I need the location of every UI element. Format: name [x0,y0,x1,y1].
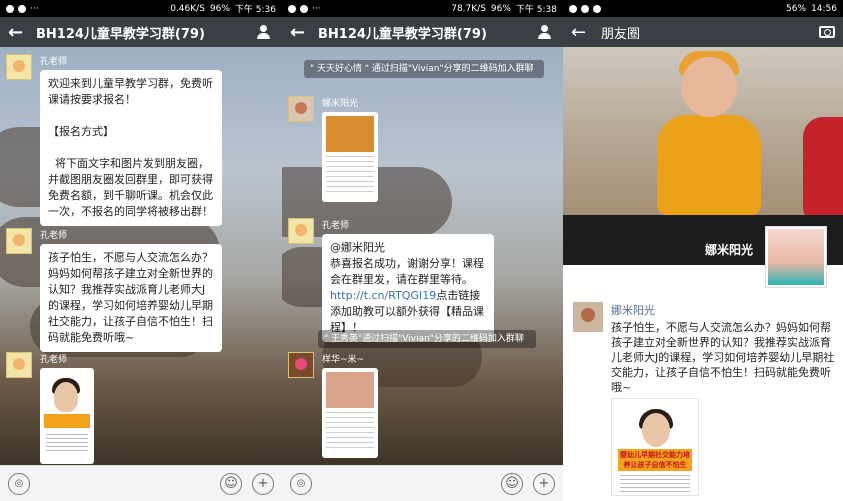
battery-level: 56% [786,3,807,14]
avatar[interactable] [573,302,603,332]
sender-name: 样华~米~ [322,355,365,365]
back-arrow-icon[interactable]: ← [8,22,30,43]
sender-name: 娜米阳光 [322,99,359,109]
message-bubble[interactable]: @娜米阳光 恭喜报名成功，谢谢分享！课程会在群里发，请在群里等待。 http:/… [322,234,494,342]
sender-name: 孔老师 [40,231,68,241]
profile-name: 娜米阳光 [704,243,753,257]
battery-level: 96% [490,3,511,14]
input-bar: ◎ ☺ + [282,465,563,501]
chat-screen-2: ··· 78.7K/S 96% 下午 5:38 ← BH124儿童早教学习群(79)… [282,0,563,501]
emoji-icon[interactable]: ☺ [501,472,523,495]
clock: 下午 5:36 [234,5,276,15]
chat-message: 孔老师 欢迎来到儿童早教学习群，免费听课请按要求报名！ 【报名方式】 将下面文字… [6,54,278,226]
input-bar: ◎ ☺ + [0,465,282,501]
network-speed: 0.46K/S [170,3,205,14]
avatar[interactable] [288,96,314,122]
back-arrow-icon[interactable]: ← [571,22,593,43]
moment-post: 娜米阳光 孩子怕生，不愿与人交流怎么办？妈妈如何帮孩子建立对全新世界的认知？我推… [573,302,835,395]
status-bar: ··· 78.7K/S 96% 下午 5:38 [282,0,563,17]
sender-name: 孔老师 [40,355,68,365]
notification-icon [18,4,26,13]
notification-icon [300,4,308,13]
back-arrow-icon[interactable]: ← [290,22,312,43]
chat-message: 孔老师 孩子怕生，不愿与人交流怎么办？妈妈如何帮孩子建立对全新世界的认知？我推荐… [6,228,278,352]
moments-title: 朋友圈 [601,26,641,42]
chat-message: 娜米阳光 [288,96,378,202]
status-bar: ··· 0.46K/S 96% 下午 5:36 [0,0,282,17]
ellipsis-icon: ··· [312,3,321,14]
screenshot-image[interactable] [322,368,378,458]
clock: 下午 5:38 [515,5,557,15]
message-bubble[interactable]: 欢迎来到儿童早教学习群，免费听课请按要求报名！ 【报名方式】 将下面文字和图片发… [40,70,222,226]
reply-text: 恭喜报名成功，谢谢分享！课程会在群里发，请在群里等待。 [330,257,484,286]
ellipsis-icon: ··· [30,3,39,14]
group-members-icon[interactable] [256,25,274,39]
status-bar: 56% 14:56 [563,0,843,17]
chat-message: 孔老师 @娜米阳光 恭喜报名成功，谢谢分享！课程会在群里发，请在群里等待。 ht… [288,218,494,342]
moments-header: ← 朋友圈 [563,17,843,47]
mention: @娜米阳光 [330,241,385,254]
avatar[interactable] [6,228,32,254]
sender-name: 孔老师 [40,57,68,67]
avatar[interactable] [6,54,32,80]
avatar[interactable] [6,352,32,378]
battery-level: 96% [209,3,230,14]
post-text: 孩子怕生，不愿与人交流怎么办？妈妈如何帮孩子建立对全新世界的认知？我推荐实战派育… [611,321,835,394]
notification-icon [581,4,589,13]
notification-icon [569,4,577,13]
message-bubble[interactable]: 孩子怕生，不愿与人交流怎么办？妈妈如何帮孩子建立对全新世界的认知？我推荐实战派育… [40,244,222,352]
notification-icon [6,4,14,13]
profile-avatar[interactable] [765,226,827,288]
network-speed: 78.7K/S [451,3,486,14]
group-members-icon[interactable] [537,25,555,39]
chat-screen-1: ··· 0.46K/S 96% 下午 5:36 ← BH124儿童早教学习群(79)… [0,0,282,501]
chat-header: ← BH124儿童早教学习群(79) [0,17,282,47]
moments-screen: 56% 14:56 ← 朋友圈 娜米阳光 娜米阳光 孩子怕生，不愿与人交流怎么办？… [563,0,843,501]
poster-image[interactable] [40,368,94,464]
chat-message: 孔老师 [6,352,278,464]
clock: 14:56 [811,3,837,14]
post-image-caption: 婴幼儿早期社交能力培养让孩子自信不怕生 [618,449,692,471]
chat-title: BH124儿童早教学习群(79) [318,26,487,42]
emoji-icon[interactable]: ☺ [220,472,242,495]
avatar[interactable] [288,352,314,378]
avatar[interactable] [288,218,314,244]
voice-icon[interactable]: ◎ [8,472,30,495]
sender-name: 孔老师 [322,221,350,231]
post-image[interactable]: 婴幼儿早期社交能力培养让孩子自信不怕生 [611,398,699,496]
post-author[interactable]: 娜米阳光 [611,302,835,318]
chat-title: BH124儿童早教学习群(79) [36,26,205,42]
plus-icon[interactable]: + [252,472,274,495]
notification-icon [593,4,601,13]
short-link[interactable]: http://t.cn/RTQGI19 [330,289,436,302]
chat-header: ← BH124儿童早教学习群(79) [282,17,563,47]
system-notice: " 天天好心情 " 通过扫描"Vivian"分享的二维码加入群聊 [304,60,544,78]
screenshot-image[interactable] [322,112,378,202]
camera-icon[interactable] [819,26,835,38]
notification-icon [288,4,296,13]
system-notice: " 王秀英"通过扫描"Vivian"分享的二维码加入群聊 [318,330,536,348]
voice-icon[interactable]: ◎ [290,472,312,495]
plus-icon[interactable]: + [533,472,555,495]
chat-message: 样华~米~ [288,352,378,458]
